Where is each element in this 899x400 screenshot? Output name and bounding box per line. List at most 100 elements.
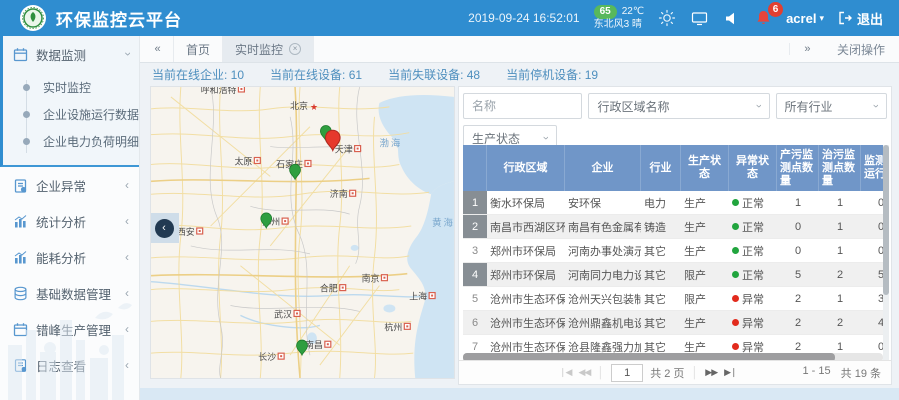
cell-abnormal-status: 异常 [729, 287, 777, 310]
cell-abnormal-status: 异常 [729, 311, 777, 334]
map-panel[interactable]: 渤海黄海 呼和浩特北京★天津太原石家庄济南西安郑州南京合肥上海武汉杭州长沙南昌 … [150, 86, 455, 379]
speaker-icon[interactable] [722, 9, 740, 27]
cell-production-status: 生产 [681, 191, 729, 214]
notification-count-badge[interactable]: 6 [768, 2, 783, 17]
table-row-1[interactable]: 1衡水环保局安环保电力生产正常110 [463, 191, 889, 215]
monitor-icon[interactable] [690, 9, 708, 27]
sidebar-group-label: 企业异常 [36, 176, 86, 195]
prev-page-button[interactable]: ◀◀ [578, 367, 590, 378]
cell-production-status: 限产 [681, 263, 729, 286]
sidebar-group-toggle-6[interactable]: +日志查看‹ [0, 347, 139, 383]
table-vertical-scrollbar[interactable] [883, 145, 889, 361]
column-header-0[interactable] [463, 145, 487, 191]
weather-label: 东北风3 晴 [594, 19, 644, 31]
stat-item-2: 当前失联设备: 48 [388, 66, 480, 83]
svg-text:西安: 西安 [177, 226, 195, 237]
sidebar-group-label: 日志查看 [36, 356, 86, 375]
table-row-5[interactable]: 5沧州市生态环保局沧州天兴包装制品其它限产异常213 [463, 287, 889, 311]
notification-bell-icon[interactable]: 6 [754, 9, 772, 27]
industry-select[interactable]: 所有行业 ‹ [776, 93, 887, 119]
chevron-icon: ‹ [125, 358, 129, 372]
sidebar-group-toggle-4[interactable]: 基础数据管理‹ [0, 275, 139, 311]
column-header-2[interactable]: 企业 [565, 145, 641, 191]
tab-realtime-label: 实时监控 [235, 41, 283, 58]
cell-company: 河南同力电力设备 [565, 263, 641, 286]
sidebar-group-toggle-2[interactable]: 统计分析‹ [0, 203, 139, 239]
logout-button[interactable]: 退出 [838, 9, 883, 28]
table-row-4[interactable]: 4郑州市环保局河南同力电力设备其它限产正常525 [463, 263, 889, 287]
tab-realtime-monitor[interactable]: 实时监控 × [223, 36, 314, 62]
main-content: « 首页 实时监控 × » 关闭操作 当前在线企业: 10当前在线设备: 61当… [140, 36, 899, 400]
enterprise-table: 行政区域企业行业生产状态异常状态产污监测点数量治污监测点数量监测点运行 1衡水环… [463, 145, 889, 361]
sidebar-group-toggle-5[interactable]: 错峰生产管理‹ [0, 311, 139, 347]
page-number-input[interactable] [611, 364, 643, 382]
row-number: 2 [463, 215, 487, 238]
username-label: acrel [786, 11, 816, 26]
name-search-input[interactable] [472, 99, 573, 113]
status-dot-icon [732, 295, 739, 302]
column-header-5[interactable]: 异常状态 [729, 145, 777, 191]
cell-industry: 铸造 [641, 215, 681, 238]
chevron-down-icon: ‹ [870, 104, 882, 108]
cell-produce-points: 2 [777, 311, 819, 334]
column-header-6[interactable]: 产污监测点数量 [777, 145, 819, 191]
cell-region: 沧州市生态环保局 [487, 311, 565, 334]
cell-abnormal-status: 正常 [729, 239, 777, 262]
column-header-4[interactable]: 生产状态 [681, 145, 729, 191]
logout-icon [838, 11, 852, 25]
cell-region: 衡水环保局 [487, 191, 565, 214]
row-range-label: 1 - 15 [803, 365, 831, 381]
close-operations-button[interactable]: 关闭操作 [823, 41, 899, 58]
table-row-6[interactable]: 6沧州市生态环保局沧州鼎鑫机电设备其它生产异常224 [463, 311, 889, 335]
region-select[interactable]: 行政区域名称 ‹ [588, 93, 769, 119]
total-pages-label: 共 2 页 [650, 365, 684, 381]
sidebar-group-1: !企业异常‹ [0, 167, 139, 203]
tabs-scroll-left-button[interactable]: « [140, 36, 174, 62]
temperature-label: 22℃ [622, 6, 644, 18]
sidebar-group-toggle-3[interactable]: 能耗分析‹ [0, 239, 139, 275]
next-page-button[interactable]: ▶▶ [705, 367, 717, 378]
user-menu[interactable]: acrel ▾ [786, 11, 824, 26]
table-row-3[interactable]: 3郑州市环保局河南办事处演示其它生产正常010 [463, 239, 889, 263]
app-logo-icon [20, 5, 46, 31]
last-page-button[interactable]: ▶❘ [724, 367, 736, 378]
cell-treat-points: 1 [819, 239, 861, 262]
sidebar-subitem-0-2[interactable]: 企业电力负荷明细 [3, 128, 139, 155]
panel-collapse-button[interactable]: ‹ [150, 213, 179, 243]
logout-label: 退出 [857, 9, 883, 28]
sidebar-subitem-0-0[interactable]: 实时监控 [3, 74, 139, 101]
sidebar-group-5: 错峰生产管理‹ [0, 311, 139, 347]
chart-icon [13, 250, 28, 265]
sidebar-group-toggle-0[interactable]: 数据监测‹ [3, 36, 139, 72]
column-header-1[interactable]: 行政区域 [487, 145, 565, 191]
chart-icon [13, 214, 28, 229]
stat-item-3: 当前停机设备: 19 [506, 66, 598, 83]
stat-item-1: 当前在线设备: 61 [270, 66, 362, 83]
svg-text:!: ! [23, 187, 24, 192]
sidebar-group-3: 能耗分析‹ [0, 239, 139, 275]
name-search-field[interactable] [463, 93, 582, 119]
chevron-down-icon: ▾ [819, 13, 824, 24]
sidebar-group-toggle-1[interactable]: !企业异常‹ [0, 167, 139, 203]
svg-text:太原: 太原 [234, 155, 252, 166]
tabs-scroll-right-button[interactable]: » [789, 43, 823, 55]
cell-production-status: 限产 [681, 287, 729, 310]
cell-company: 河南办事处演示 [565, 239, 641, 262]
tab-home[interactable]: 首页 [174, 36, 223, 62]
total-rows-label: 共 19 条 [841, 365, 881, 381]
row-number: 4 [463, 263, 487, 286]
column-header-3[interactable]: 行业 [641, 145, 681, 191]
cell-company: 南昌有色金属有限 [565, 215, 641, 238]
industry-select-value: 所有行业 [785, 98, 833, 115]
cell-produce-points: 1 [777, 191, 819, 214]
column-header-7[interactable]: 治污监测点数量 [819, 145, 861, 191]
tab-close-icon[interactable]: × [289, 43, 301, 55]
sidebar-subitem-0-1[interactable]: 企业设施运行数据 [3, 101, 139, 128]
sidebar-nav: 数据监测‹实时监控企业设施运行数据企业电力负荷明细! 企业异常 ‹ 统计分析‹能耗分析… [0, 36, 140, 400]
calendar-icon [13, 47, 28, 62]
database-icon [13, 286, 28, 301]
table-row-2[interactable]: 2南昌市西湖区环保局南昌有色金属有限铸造生产正常010 [463, 215, 889, 239]
status-dot-icon [732, 343, 739, 350]
first-page-button[interactable]: ❘◀ [559, 367, 571, 378]
svg-text:武汉: 武汉 [274, 308, 292, 319]
